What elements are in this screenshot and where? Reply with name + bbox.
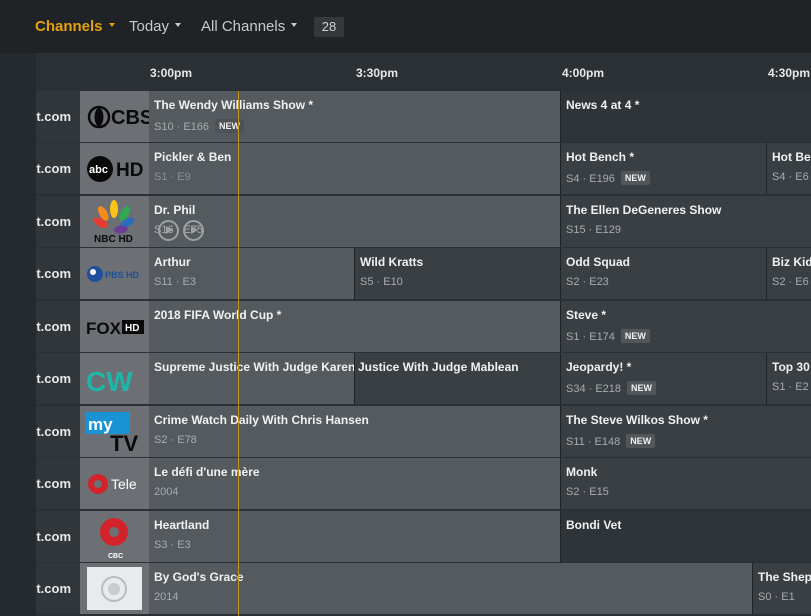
- svg-text:abc: abc: [89, 164, 108, 176]
- time-slot-label: 4:30pm: [768, 66, 811, 80]
- channel-row-pbs: t.com PBS HD Arthur S11 · E3 Wild Kratts…: [36, 248, 811, 300]
- channels-dropdown[interactable]: Channels: [35, 18, 115, 35]
- playback-controls[interactable]: [158, 220, 208, 246]
- svg-text:CBC: CBC: [108, 553, 123, 560]
- program-cell[interactable]: The Ellen DeGeneres Show S15 · E129: [561, 196, 811, 247]
- top-bar: Channels Today All Channels 28: [0, 0, 811, 53]
- nbc-hd-logo-icon[interactable]: NBC HD: [80, 196, 149, 247]
- program-cell[interactable]: Biz Kid S2 · E6: [767, 248, 811, 299]
- svg-text:PBS HD: PBS HD: [105, 270, 140, 280]
- channel-row-anniversary: t.com By God's Grace 2014 The Sheph S0 ·…: [36, 563, 811, 615]
- program-cell[interactable]: Crime Watch Daily With Chris Hansen S2 ·…: [149, 406, 561, 457]
- channel-row-ici-tele: t.com Tele Le défi d'une mère 2004 Monk …: [36, 458, 811, 510]
- channel-url: t.com: [36, 511, 80, 562]
- channel-url: t.com: [36, 301, 80, 352]
- program-cell[interactable]: Odd Squad S2 · E23: [561, 248, 767, 299]
- program-cell[interactable]: Le défi d'une mère 2004: [149, 458, 561, 509]
- program-cell[interactable]: Wild Kratts S5 · E10: [355, 248, 561, 299]
- svg-text:Tele: Tele: [111, 476, 137, 492]
- channel-row-fox: t.com FOX HD 2018 FIFA World Cup * Steve…: [36, 301, 811, 353]
- cw-logo-icon[interactable]: CW: [80, 353, 149, 404]
- channel-url: t.com: [36, 458, 80, 509]
- new-badge: NEW: [627, 381, 657, 395]
- pbs-hd-logo-icon[interactable]: PBS HD: [80, 248, 149, 299]
- program-cell[interactable]: Hot Be S4 · E6: [767, 143, 811, 194]
- cbs-logo-icon[interactable]: CBS: [80, 91, 149, 142]
- channel-row-cbs: t.com CBS The Wendy Williams Show * S10 …: [36, 91, 811, 143]
- channel-row-cbc: t.com CBC Heartland S3 · E3 Bondi Vet: [36, 511, 811, 563]
- program-cell[interactable]: 2018 FIFA World Cup *: [149, 301, 561, 352]
- caret-down-icon: [291, 23, 298, 28]
- svg-text:NBC HD: NBC HD: [94, 234, 133, 245]
- all-channels-dropdown[interactable]: All Channels: [201, 18, 298, 35]
- play-icon[interactable]: [183, 220, 204, 241]
- channel-row-nbc: t.com NBC HD Dr. Phil S16 · E75 The Elle…: [36, 196, 811, 248]
- channel-url: t.com: [36, 563, 80, 614]
- channel-url: t.com: [36, 353, 80, 404]
- new-badge: NEW: [215, 119, 245, 133]
- program-cell[interactable]: Supreme Justice With Judge Karen M: [149, 353, 355, 404]
- all-channels-label: All Channels: [201, 18, 286, 35]
- caret-down-icon: [175, 23, 182, 28]
- new-badge: NEW: [626, 434, 656, 448]
- fox-hd-logo-icon[interactable]: FOX HD: [80, 301, 149, 352]
- program-cell[interactable]: Heartland S3 · E3: [149, 511, 561, 562]
- caret-down-icon: [108, 23, 115, 28]
- channel-url: t.com: [36, 91, 80, 142]
- channel-row-abc: t.com abc HD Pickler & Ben S1 · E9 Hot B…: [36, 143, 811, 195]
- svg-text:HD: HD: [116, 160, 143, 181]
- program-cell[interactable]: The Sheph S0 · E1: [753, 563, 811, 614]
- mytv-logo-icon[interactable]: my TV: [80, 406, 149, 457]
- program-cell[interactable]: By God's Grace 2014: [149, 563, 753, 614]
- program-cell[interactable]: Dr. Phil S16 · E75: [149, 196, 561, 247]
- program-cell[interactable]: Pickler & Ben S1 · E9: [149, 143, 561, 194]
- left-gutter: [0, 53, 36, 616]
- channels-label: Channels: [35, 18, 103, 35]
- channel-row-mytv: t.com my TV Crime Watch Daily With Chris…: [36, 406, 811, 458]
- channel-url: t.com: [36, 406, 80, 457]
- program-cell[interactable]: The Steve Wilkos Show * S11 · E148 NEW: [561, 406, 811, 457]
- new-badge: NEW: [620, 171, 650, 185]
- ici-tele-logo-icon[interactable]: Tele: [80, 458, 149, 509]
- abc-hd-logo-icon[interactable]: abc HD: [80, 143, 149, 194]
- time-slot-label: 3:30pm: [356, 66, 399, 80]
- program-cell[interactable]: Monk S2 · E15: [561, 458, 811, 509]
- program-cell[interactable]: Steve * S1 · E174 NEW: [561, 301, 811, 352]
- time-header: 3:00pm 3:30pm 4:00pm 4:30pm: [0, 53, 811, 91]
- program-cell[interactable]: Hot Bench * S4 · E196 NEW: [561, 143, 767, 194]
- time-slot-label: 4:00pm: [562, 66, 605, 80]
- today-dropdown[interactable]: Today: [129, 18, 182, 35]
- program-guide: 3:00pm 3:30pm 4:00pm 4:30pm t.com CBS Th…: [0, 53, 811, 616]
- program-cell[interactable]: Arthur S11 · E3: [149, 248, 355, 299]
- anniversary-logo-icon[interactable]: [80, 563, 149, 614]
- time-slot-label: 3:00pm: [150, 66, 193, 80]
- program-cell[interactable]: Bondi Vet: [561, 511, 811, 562]
- program-cell[interactable]: Top 30 S1 · E2: [767, 353, 811, 404]
- program-cell[interactable]: Jeopardy! * S34 · E218 NEW: [561, 353, 767, 404]
- svg-text:TV: TV: [110, 431, 138, 456]
- channel-row-cw: t.com CW Supreme Justice With Judge Kare…: [36, 353, 811, 405]
- new-badge: NEW: [620, 329, 650, 343]
- channel-count-badge: 28: [314, 17, 344, 37]
- today-label: Today: [129, 18, 170, 35]
- channel-url: t.com: [36, 248, 80, 299]
- program-cell[interactable]: The Wendy Williams Show * S10 · E166 NEW: [149, 91, 561, 142]
- channel-url: t.com: [36, 196, 80, 247]
- current-time-indicator: [238, 91, 239, 616]
- svg-text:CBS: CBS: [111, 107, 149, 129]
- svg-text:HD: HD: [125, 323, 139, 334]
- program-cell[interactable]: News 4 at 4 *: [561, 91, 811, 142]
- channel-url: t.com: [36, 143, 80, 194]
- play-icon[interactable]: [158, 220, 179, 241]
- cbc-logo-icon[interactable]: CBC: [80, 511, 149, 562]
- program-cell[interactable]: Justice With Judge Mablean: [355, 353, 561, 404]
- svg-text:FOX: FOX: [86, 319, 122, 338]
- svg-text:CW: CW: [86, 366, 133, 397]
